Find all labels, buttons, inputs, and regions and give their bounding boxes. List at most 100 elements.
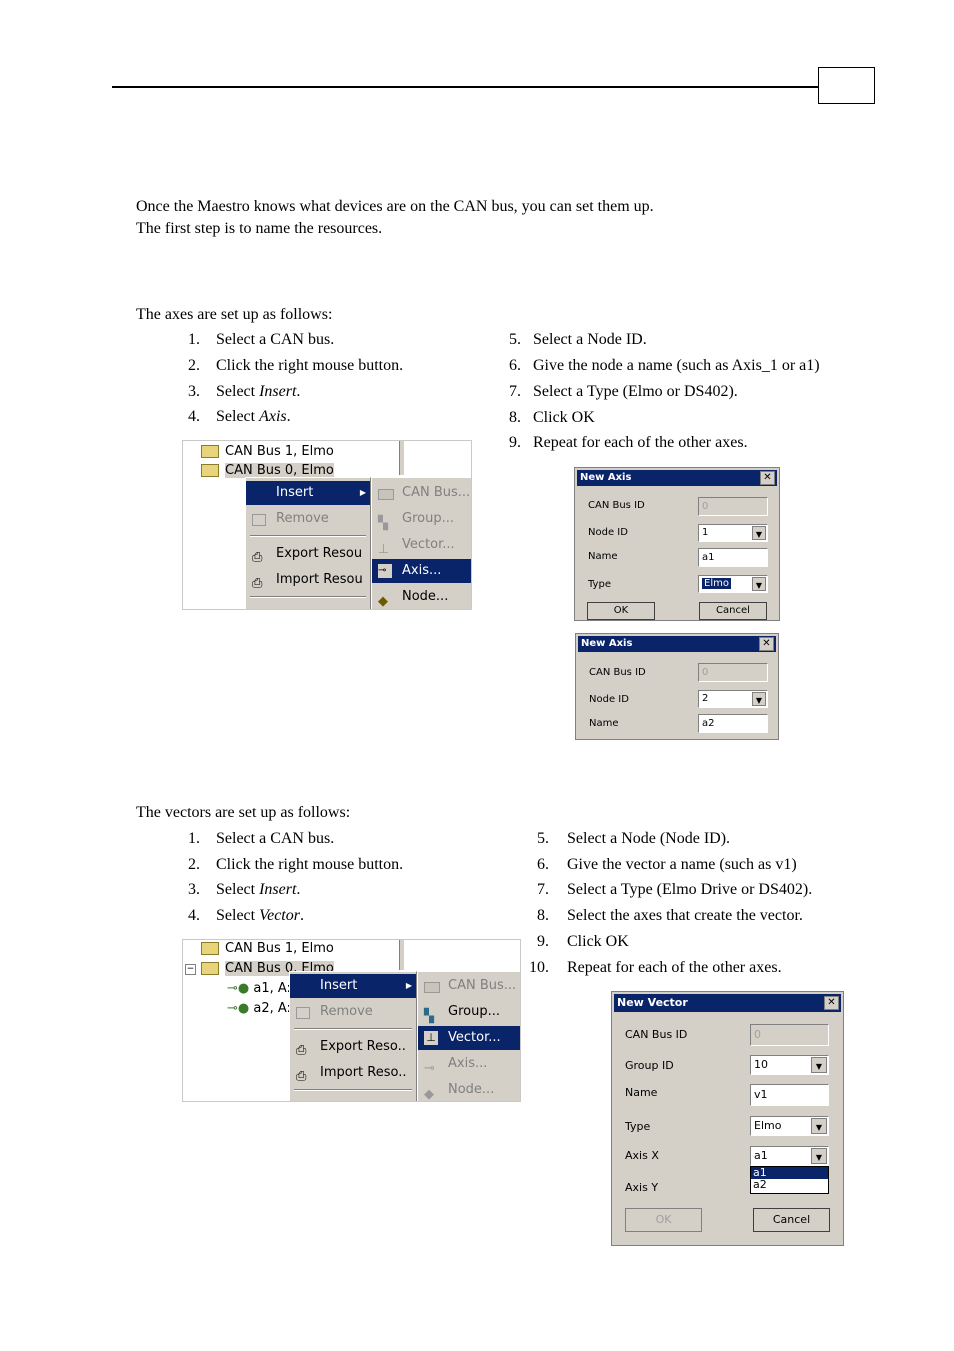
chevron-down-icon[interactable]: ▼ <box>752 577 766 591</box>
step-number: 9. <box>509 434 521 451</box>
menu-item-import[interactable]: ⎙ Import Resou <box>246 568 370 592</box>
step-text: Click OK <box>533 409 595 426</box>
menu-separator <box>294 1028 412 1030</box>
scrollbar-edge <box>399 441 404 475</box>
folder-icon <box>201 962 219 975</box>
step-number: 1. <box>188 331 200 348</box>
step-text: Select a Type (Elmo or DS402). <box>533 383 738 400</box>
step-text: Select Axis. <box>216 408 291 425</box>
type-select[interactable]: Elmo ▼ <box>750 1116 829 1136</box>
canbus-id-field: 0 <box>698 497 768 516</box>
tree-item-axis-a1[interactable]: ⊸● a1, A: <box>227 980 291 998</box>
collapse-icon[interactable]: − <box>185 964 196 975</box>
name-label: Name <box>588 551 618 562</box>
menu-item-export[interactable]: ⎙ Export Resou <box>246 542 370 566</box>
name-input[interactable]: a1 <box>698 548 768 567</box>
close-icon[interactable]: ✕ <box>824 996 839 1010</box>
tree-item-canbus-1[interactable]: CAN Bus 1, Elmo <box>201 443 334 461</box>
cancel-button[interactable]: Cancel <box>753 1208 830 1232</box>
step-text: Select a Node ID. <box>533 331 647 348</box>
axes-context-menu-screenshot: CAN Bus 1, Elmo CAN Bus 0, Elmo Insert ▶ … <box>182 440 472 610</box>
submenu-item-group[interactable]: ▚ Group... <box>372 507 471 531</box>
type-label: Type <box>588 579 611 590</box>
intro-line-1: Once the Maestro knows what devices are … <box>136 198 654 215</box>
menu-item-remove[interactable]: Remove <box>290 1000 416 1024</box>
submenu-item-node[interactable]: ◆ Node... <box>372 585 471 609</box>
menu-item-export[interactable]: ⎙ Export Reso.. <box>290 1035 416 1059</box>
axis-icon: ⊸● <box>227 981 254 996</box>
chevron-down-icon[interactable]: ▼ <box>811 1148 827 1164</box>
vector-icon: ⊥ <box>378 542 390 557</box>
step-number: 6. <box>509 357 521 374</box>
tree-item-axis-a2[interactable]: ⊸● a2, A: <box>227 1000 291 1018</box>
page-number-box <box>818 67 875 104</box>
chevron-down-icon[interactable]: ▼ <box>811 1057 827 1073</box>
step-number: 7. <box>537 881 549 898</box>
step-text: Select Insert. <box>216 383 301 400</box>
step-text: Select a CAN bus. <box>216 331 335 348</box>
submenu-item-axis[interactable]: ⊸ Axis... <box>418 1052 520 1076</box>
submenu-item-vector[interactable]: ⊥ Vector... <box>372 533 471 557</box>
submenu-item-node[interactable]: ◆ Node... <box>418 1078 520 1101</box>
chevron-down-icon[interactable]: ▼ <box>811 1118 827 1134</box>
scrollbar-edge <box>399 940 404 970</box>
step-text: Select a CAN bus. <box>216 830 335 847</box>
step-text: Click the right mouse button. <box>216 357 404 374</box>
dialog-titlebar: New Vector ✕ <box>614 994 841 1012</box>
menu-item-more: .... <box>246 599 370 609</box>
submenu-item-group[interactable]: ▚ Group... <box>418 1000 520 1024</box>
export-icon: ⎙ <box>252 550 263 565</box>
axis-icon: ⊸ <box>378 564 392 578</box>
submenu-item-canbus[interactable]: CAN Bus... <box>372 481 471 505</box>
type-label: Type <box>625 1120 651 1133</box>
close-icon[interactable]: ✕ <box>760 471 775 485</box>
step-number: 10. <box>529 959 549 976</box>
submenu-item-canbus[interactable]: CAN Bus... <box>418 974 520 998</box>
submenu-item-axis[interactable]: ⊸ Axis... <box>372 559 471 583</box>
group-icon: ▚ <box>424 1009 434 1024</box>
menu-item-import[interactable]: ⎙ Import Reso.. <box>290 1061 416 1085</box>
folder-icon <box>378 489 394 500</box>
ok-button[interactable]: OK <box>625 1208 702 1232</box>
chevron-down-icon[interactable]: ▼ <box>752 692 766 706</box>
cancel-button[interactable]: Cancel <box>699 602 767 620</box>
step-text: Select a Node (Node ID). <box>567 830 731 847</box>
step-text: Repeat for each of the other axes. <box>533 434 748 451</box>
new-vector-dialog: New Vector ✕ CAN Bus ID 0 Group ID 10 ▼ Na… <box>611 991 844 1246</box>
node-id-select[interactable]: 2 ▼ <box>698 690 768 708</box>
name-label: Name <box>625 1086 658 1099</box>
type-select[interactable]: Elmo ▼ <box>698 575 768 593</box>
node-id-select[interactable]: 1 ▼ <box>698 524 768 542</box>
folder-icon <box>424 982 440 993</box>
submenu-item-vector[interactable]: ⊥ Vector... <box>418 1026 520 1050</box>
step-text: Select the axes that create the vector. <box>567 907 803 924</box>
step-number: 8. <box>537 907 549 924</box>
tree-item-canbus-1[interactable]: CAN Bus 1, Elmo <box>201 940 334 958</box>
menu-item-remove[interactable]: Remove <box>246 507 370 531</box>
group-id-select[interactable]: 10 ▼ <box>750 1055 829 1075</box>
node-id-label: Node ID <box>588 527 628 538</box>
folder-icon <box>201 445 219 458</box>
insert-submenu: CAN Bus... ▚ Group... ⊥ Vector... ⊸ Axis...… <box>417 971 520 1101</box>
step-text: Repeat for each of the other axes. <box>567 959 782 976</box>
axis-icon: ⊸● <box>227 1001 254 1016</box>
axis-option[interactable]: a2 <box>751 1179 828 1191</box>
chevron-down-icon[interactable]: ▼ <box>752 526 766 540</box>
step-number: 6. <box>537 856 549 873</box>
menu-item-insert[interactable]: Insert ▶ <box>290 974 416 998</box>
menu-item-insert[interactable]: Insert ▶ <box>246 481 370 505</box>
step-text: Click the right mouse button. <box>216 856 404 873</box>
step-text: Give the vector a name (such as v1) <box>567 856 797 873</box>
context-menu: Insert ▶ Remove ⎙ Export Reso.. ⎙ Import Re… <box>289 971 417 1101</box>
ok-button[interactable]: OK <box>587 602 655 620</box>
close-icon[interactable]: ✕ <box>759 637 774 651</box>
axis-x-select[interactable]: a1 ▼ <box>750 1146 829 1166</box>
menu-item-more: .... <box>290 1091 416 1101</box>
node-icon: ◆ <box>378 594 388 609</box>
menu-separator <box>250 596 366 598</box>
name-input[interactable]: v1 <box>750 1084 829 1106</box>
folder-icon <box>201 942 219 955</box>
step-text: Select a Type (Elmo Drive or DS402). <box>567 881 813 898</box>
name-input[interactable]: a2 <box>698 714 768 733</box>
step-number: 9. <box>537 933 549 950</box>
